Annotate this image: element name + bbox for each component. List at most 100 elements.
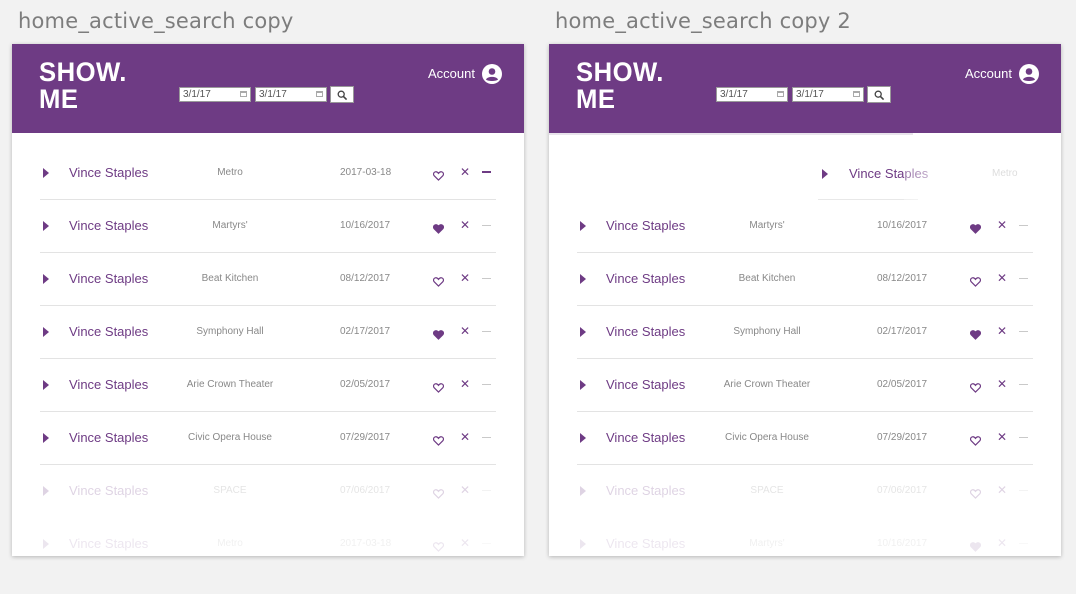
minus-icon[interactable] [482,331,491,332]
date-from-input[interactable]: 3/1/17 [716,87,788,102]
play-icon[interactable] [580,274,586,284]
artist-link[interactable]: Vince Staples [606,536,685,551]
artist-link[interactable]: Vince Staples [69,271,148,286]
heart-icon[interactable] [969,539,982,556]
play-icon[interactable] [43,168,49,178]
calendar-icon[interactable] [240,91,247,97]
play-icon[interactable] [580,380,586,390]
play-icon[interactable] [43,221,49,231]
play-icon[interactable] [580,221,586,231]
minus-icon[interactable] [1019,437,1028,438]
date-from-input[interactable]: 3/1/17 [179,87,251,102]
heart-icon[interactable] [432,274,445,292]
list-item[interactable]: Vince Staples Civic Opera House 07/29/2017… [577,412,1033,465]
play-icon[interactable] [43,274,49,284]
artist-link[interactable]: Vince Staples [606,430,685,445]
close-icon[interactable]: ✕ [997,271,1007,285]
heart-icon[interactable] [432,433,445,451]
list-item[interactable]: Vince Staples Symphony Hall 02/17/2017 ✕ [577,306,1033,359]
minus-icon[interactable] [1019,331,1028,332]
play-icon[interactable] [822,169,828,179]
list-item[interactable]: Vince Staples Beat Kitchen 08/12/2017 ✕ [40,253,496,306]
close-icon[interactable]: ✕ [460,218,470,232]
list-item[interactable]: Vince Staples Martyrs' 10/16/2017 ✕ [577,200,1033,253]
play-icon[interactable] [580,433,586,443]
search-button[interactable] [867,86,891,103]
account-menu[interactable]: Account [428,64,502,84]
close-icon[interactable]: ✕ [997,218,1007,232]
play-icon[interactable] [43,539,49,549]
list-item[interactable]: Vince Staples Beat Kitchen 08/12/2017 ✕ [577,253,1033,306]
minus-icon[interactable] [482,171,491,173]
artist-link[interactable]: Vince Staples [69,483,148,498]
minus-icon[interactable] [482,543,491,544]
minus-icon[interactable] [1019,278,1028,279]
artist-link[interactable]: Vince Staples [69,536,148,551]
heart-icon[interactable] [432,327,445,345]
minus-icon[interactable] [482,225,491,226]
play-icon[interactable] [43,486,49,496]
close-icon[interactable]: ✕ [460,165,470,179]
artist-link[interactable]: Vince Staples [606,218,685,233]
list-item[interactable]: Vince Staples SPACE 07/06/2017 ✕ [40,465,496,518]
heart-icon[interactable] [432,168,445,186]
list-item[interactable]: Vince Staples Arie Crown Theater 02/05/201… [577,359,1033,412]
artist-link[interactable]: Vince Staples [606,324,685,339]
dragging-row[interactable]: Vince Staples [818,148,928,200]
play-icon[interactable] [580,327,586,337]
play-icon[interactable] [580,539,586,549]
play-icon[interactable] [43,380,49,390]
heart-icon[interactable] [432,221,445,239]
heart-icon[interactable] [432,539,445,556]
heart-icon[interactable] [432,486,445,504]
artist-link[interactable]: Vince Staples [606,271,685,286]
list-item[interactable]: Vince Staples SPACE 07/06/2017 ✕ [577,465,1033,518]
account-menu[interactable]: Account [965,64,1039,84]
artist-link[interactable]: Vince Staples [69,430,148,445]
artist-link[interactable]: Vince Staples [69,324,148,339]
play-icon[interactable] [43,433,49,443]
play-icon[interactable] [580,486,586,496]
close-icon[interactable]: ✕ [997,430,1007,444]
close-icon[interactable]: ✕ [997,483,1007,497]
heart-icon[interactable] [969,433,982,451]
play-icon[interactable] [43,327,49,337]
calendar-icon[interactable] [853,91,860,97]
list-item[interactable]: Vince Staples Martyrs' 10/16/2017 ✕ [577,518,1033,556]
minus-icon[interactable] [1019,490,1028,491]
minus-icon[interactable] [1019,543,1028,544]
logo[interactable]: SHOW. ME [39,59,127,113]
date-to-input[interactable]: 3/1/17 [255,87,327,102]
list-item[interactable]: Vince Staples Civic Opera House 07/29/2017… [40,412,496,465]
minus-icon[interactable] [482,437,491,438]
list-item[interactable]: Vince Staples Metro 2017-03-18 ✕ [40,147,496,200]
heart-icon[interactable] [969,486,982,504]
minus-icon[interactable] [1019,225,1028,226]
artist-link[interactable]: Vince Staples [69,377,148,392]
list-item[interactable]: Vince Staples Arie Crown Theater 02/05/201… [40,359,496,412]
heart-icon[interactable] [969,221,982,239]
heart-icon[interactable] [432,380,445,398]
close-icon[interactable]: ✕ [997,536,1007,550]
list-item[interactable]: Vince Staples Martyrs' 10/16/2017 ✕ [40,200,496,253]
artist-link[interactable]: Vince Staples [69,165,148,180]
logo[interactable]: SHOW. ME [576,59,664,113]
search-button[interactable] [330,86,354,103]
minus-icon[interactable] [482,278,491,279]
heart-icon[interactable] [969,380,982,398]
minus-icon[interactable] [482,490,491,491]
close-icon[interactable]: ✕ [460,271,470,285]
list-item[interactable]: Vince Staples Symphony Hall 02/17/2017 ✕ [40,306,496,359]
artist-link[interactable]: Vince Staples [606,377,685,392]
close-icon[interactable]: ✕ [997,377,1007,391]
date-to-input[interactable]: 3/1/17 [792,87,864,102]
artist-link[interactable]: Vince Staples [69,218,148,233]
close-icon[interactable]: ✕ [460,536,470,550]
heart-icon[interactable] [969,327,982,345]
calendar-icon[interactable] [777,91,784,97]
minus-icon[interactable] [482,384,491,385]
calendar-icon[interactable] [316,91,323,97]
close-icon[interactable]: ✕ [997,324,1007,338]
heart-icon[interactable] [969,274,982,292]
close-icon[interactable]: ✕ [460,324,470,338]
